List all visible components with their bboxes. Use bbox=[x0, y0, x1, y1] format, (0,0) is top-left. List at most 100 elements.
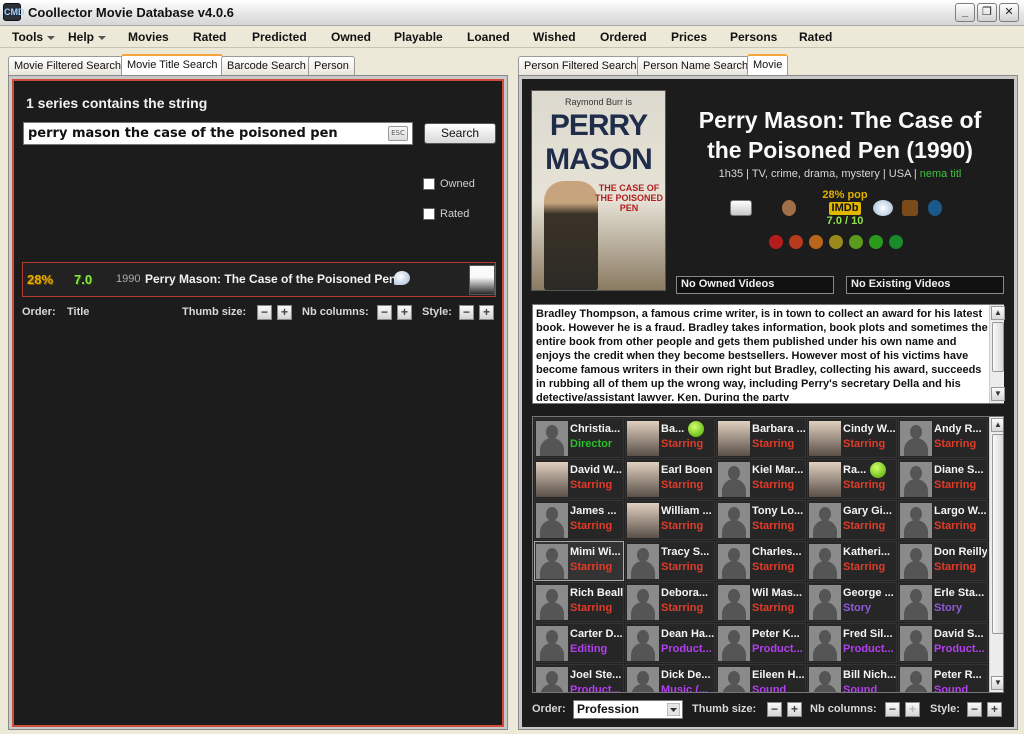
style-increase-button[interactable]: + bbox=[987, 702, 1002, 717]
person-card[interactable]: William ... Starring bbox=[625, 500, 715, 540]
owned-filter[interactable]: Owned bbox=[423, 178, 475, 191]
style-increase-button[interactable]: + bbox=[479, 305, 494, 320]
imdb-badge[interactable]: IMDb bbox=[828, 202, 862, 215]
thumb-size-decrease-button[interactable]: − bbox=[767, 702, 782, 717]
rated-filter[interactable]: Rated bbox=[423, 208, 469, 221]
search-result-row[interactable]: 28% 7.0 1990 Perry Mason: The Case of th… bbox=[22, 262, 496, 297]
menu-help[interactable]: Help bbox=[68, 30, 107, 44]
person-card[interactable]: Charles... Starring bbox=[716, 541, 806, 581]
person-card[interactable]: Earl Boen Starring bbox=[625, 459, 715, 499]
menu-persons[interactable]: Persons bbox=[730, 30, 777, 44]
clear-search-button[interactable]: ESC bbox=[388, 126, 408, 141]
cast-scroll-thumb[interactable] bbox=[992, 434, 1003, 634]
person-icon[interactable] bbox=[782, 200, 796, 216]
scroll-up-arrow-icon[interactable]: ▲ bbox=[991, 418, 1003, 432]
menu-ordered[interactable]: Ordered bbox=[600, 30, 647, 44]
menu-rated[interactable]: Rated bbox=[193, 30, 226, 44]
person-card[interactable]: David W... Starring bbox=[534, 459, 624, 499]
columns-increase-button[interactable]: + bbox=[397, 305, 412, 320]
thumb-size-increase-button[interactable]: + bbox=[277, 305, 292, 320]
search-button[interactable]: Search bbox=[424, 123, 496, 144]
menu-rated-persons[interactable]: Rated bbox=[799, 30, 832, 44]
comment-icon[interactable] bbox=[394, 271, 410, 285]
person-card[interactable]: Bill Nich... Sound bbox=[807, 664, 897, 692]
person-card[interactable]: Dick De... Music (... bbox=[625, 664, 715, 692]
tab-movie-title-search[interactable]: Movie Title Search bbox=[121, 54, 224, 75]
person-card[interactable]: Debora... Starring bbox=[625, 582, 715, 622]
menu-wished[interactable]: Wished bbox=[533, 30, 576, 44]
plot-summary[interactable]: Bradley Thompson, a famous crime writer,… bbox=[532, 304, 1005, 404]
rate-1-icon[interactable] bbox=[769, 235, 783, 249]
scroll-down-arrow-icon[interactable]: ▼ bbox=[991, 676, 1003, 690]
comment-icon[interactable] bbox=[873, 200, 893, 216]
play-icon[interactable] bbox=[928, 200, 942, 216]
person-card[interactable]: Erle Sta... Story bbox=[898, 582, 988, 622]
person-card[interactable]: Mimi Wi... Starring bbox=[534, 541, 624, 581]
person-card[interactable]: Diane S... Starring bbox=[898, 459, 988, 499]
person-card[interactable]: Largo W... Starring bbox=[898, 500, 988, 540]
person-card[interactable]: Tracy S... Starring bbox=[625, 541, 715, 581]
style-decrease-button[interactable]: − bbox=[967, 702, 982, 717]
menu-prices[interactable]: Prices bbox=[671, 30, 707, 44]
plot-scrollbar[interactable]: ▲ ▼ bbox=[989, 305, 1005, 403]
person-card[interactable]: Rich Beall Starring bbox=[534, 582, 624, 622]
person-card[interactable]: James ... Starring bbox=[534, 500, 624, 540]
columns-decrease-button[interactable]: − bbox=[885, 702, 900, 717]
menu-predicted[interactable]: Predicted bbox=[252, 30, 307, 44]
tab-movie[interactable]: Movie bbox=[747, 54, 789, 75]
person-card[interactable]: Peter R... Sound bbox=[898, 664, 988, 692]
movie-poster[interactable]: Raymond Burr is PERRY MASON THE CASE OF … bbox=[531, 90, 666, 291]
person-card[interactable]: Gary Gi... Starring bbox=[807, 500, 897, 540]
person-card[interactable]: Fred Sil... Product... bbox=[807, 623, 897, 663]
thumb-size-decrease-button[interactable]: − bbox=[257, 305, 272, 320]
tab-person-filtered-search[interactable]: Person Filtered Search bbox=[518, 56, 643, 75]
person-card[interactable]: Andy R... Starring bbox=[898, 418, 988, 458]
tab-person[interactable]: Person bbox=[308, 56, 355, 75]
style-decrease-button[interactable]: − bbox=[459, 305, 474, 320]
menu-movies[interactable]: Movies bbox=[128, 30, 169, 44]
rate-2-icon[interactable] bbox=[789, 235, 803, 249]
person-card[interactable]: Barbara ... Starring bbox=[716, 418, 806, 458]
person-card[interactable]: George ... Story bbox=[807, 582, 897, 622]
columns-decrease-button[interactable]: − bbox=[377, 305, 392, 320]
menu-tools[interactable]: Tools bbox=[12, 30, 56, 44]
order-select[interactable]: Profession bbox=[573, 700, 683, 719]
meta-link[interactable]: nema titl bbox=[920, 168, 962, 180]
menu-owned[interactable]: Owned bbox=[331, 30, 371, 44]
person-card[interactable]: Carter D... Editing bbox=[534, 623, 624, 663]
scroll-up-arrow-icon[interactable]: ▲ bbox=[991, 306, 1005, 320]
person-card[interactable]: Ra... Starring bbox=[807, 459, 897, 499]
person-card[interactable]: Joel Ste... Product... bbox=[534, 664, 624, 692]
tab-movie-filtered-search[interactable]: Movie Filtered Search bbox=[8, 56, 127, 75]
rated-checkbox[interactable] bbox=[423, 208, 435, 221]
person-card[interactable]: Cindy W... Starring bbox=[807, 418, 897, 458]
order-value[interactable]: Title bbox=[67, 306, 89, 318]
rate-5-icon[interactable] bbox=[849, 235, 863, 249]
thumb-size-increase-button[interactable]: + bbox=[787, 702, 802, 717]
restore-button[interactable]: ❐ bbox=[977, 3, 997, 22]
minimize-button[interactable]: _ bbox=[955, 3, 975, 22]
person-card[interactable]: Peter K... Product... bbox=[716, 623, 806, 663]
menu-loaned[interactable]: Loaned bbox=[467, 30, 510, 44]
columns-increase-button[interactable]: + bbox=[905, 702, 920, 717]
box-icon[interactable] bbox=[902, 200, 918, 216]
rate-4-icon[interactable] bbox=[829, 235, 843, 249]
person-card[interactable]: Don Reilly Starring bbox=[898, 541, 988, 581]
owned-checkbox[interactable] bbox=[423, 178, 435, 191]
cast-scrollbar[interactable]: ▲ ▼ bbox=[989, 417, 1003, 692]
rate-6-icon[interactable] bbox=[869, 235, 883, 249]
search-input[interactable]: perry mason the case of the poisoned pen… bbox=[23, 122, 413, 145]
person-card[interactable]: Wil Mas... Starring bbox=[716, 582, 806, 622]
tab-barcode-search[interactable]: Barcode Search bbox=[221, 56, 312, 75]
person-card[interactable]: Katheri... Starring bbox=[807, 541, 897, 581]
person-card[interactable]: Ba... Starring bbox=[625, 418, 715, 458]
close-button[interactable]: ✕ bbox=[999, 3, 1019, 22]
person-card[interactable]: Christia... Director bbox=[534, 418, 624, 458]
tab-person-name-search[interactable]: Person Name Search bbox=[637, 56, 755, 75]
person-card[interactable]: Dean Ha... Product... bbox=[625, 623, 715, 663]
person-card[interactable]: Eileen H... Sound bbox=[716, 664, 806, 692]
menu-playable[interactable]: Playable bbox=[394, 30, 443, 44]
rate-7-icon[interactable] bbox=[889, 235, 903, 249]
person-card[interactable]: David S... Product... bbox=[898, 623, 988, 663]
rate-3-icon[interactable] bbox=[809, 235, 823, 249]
